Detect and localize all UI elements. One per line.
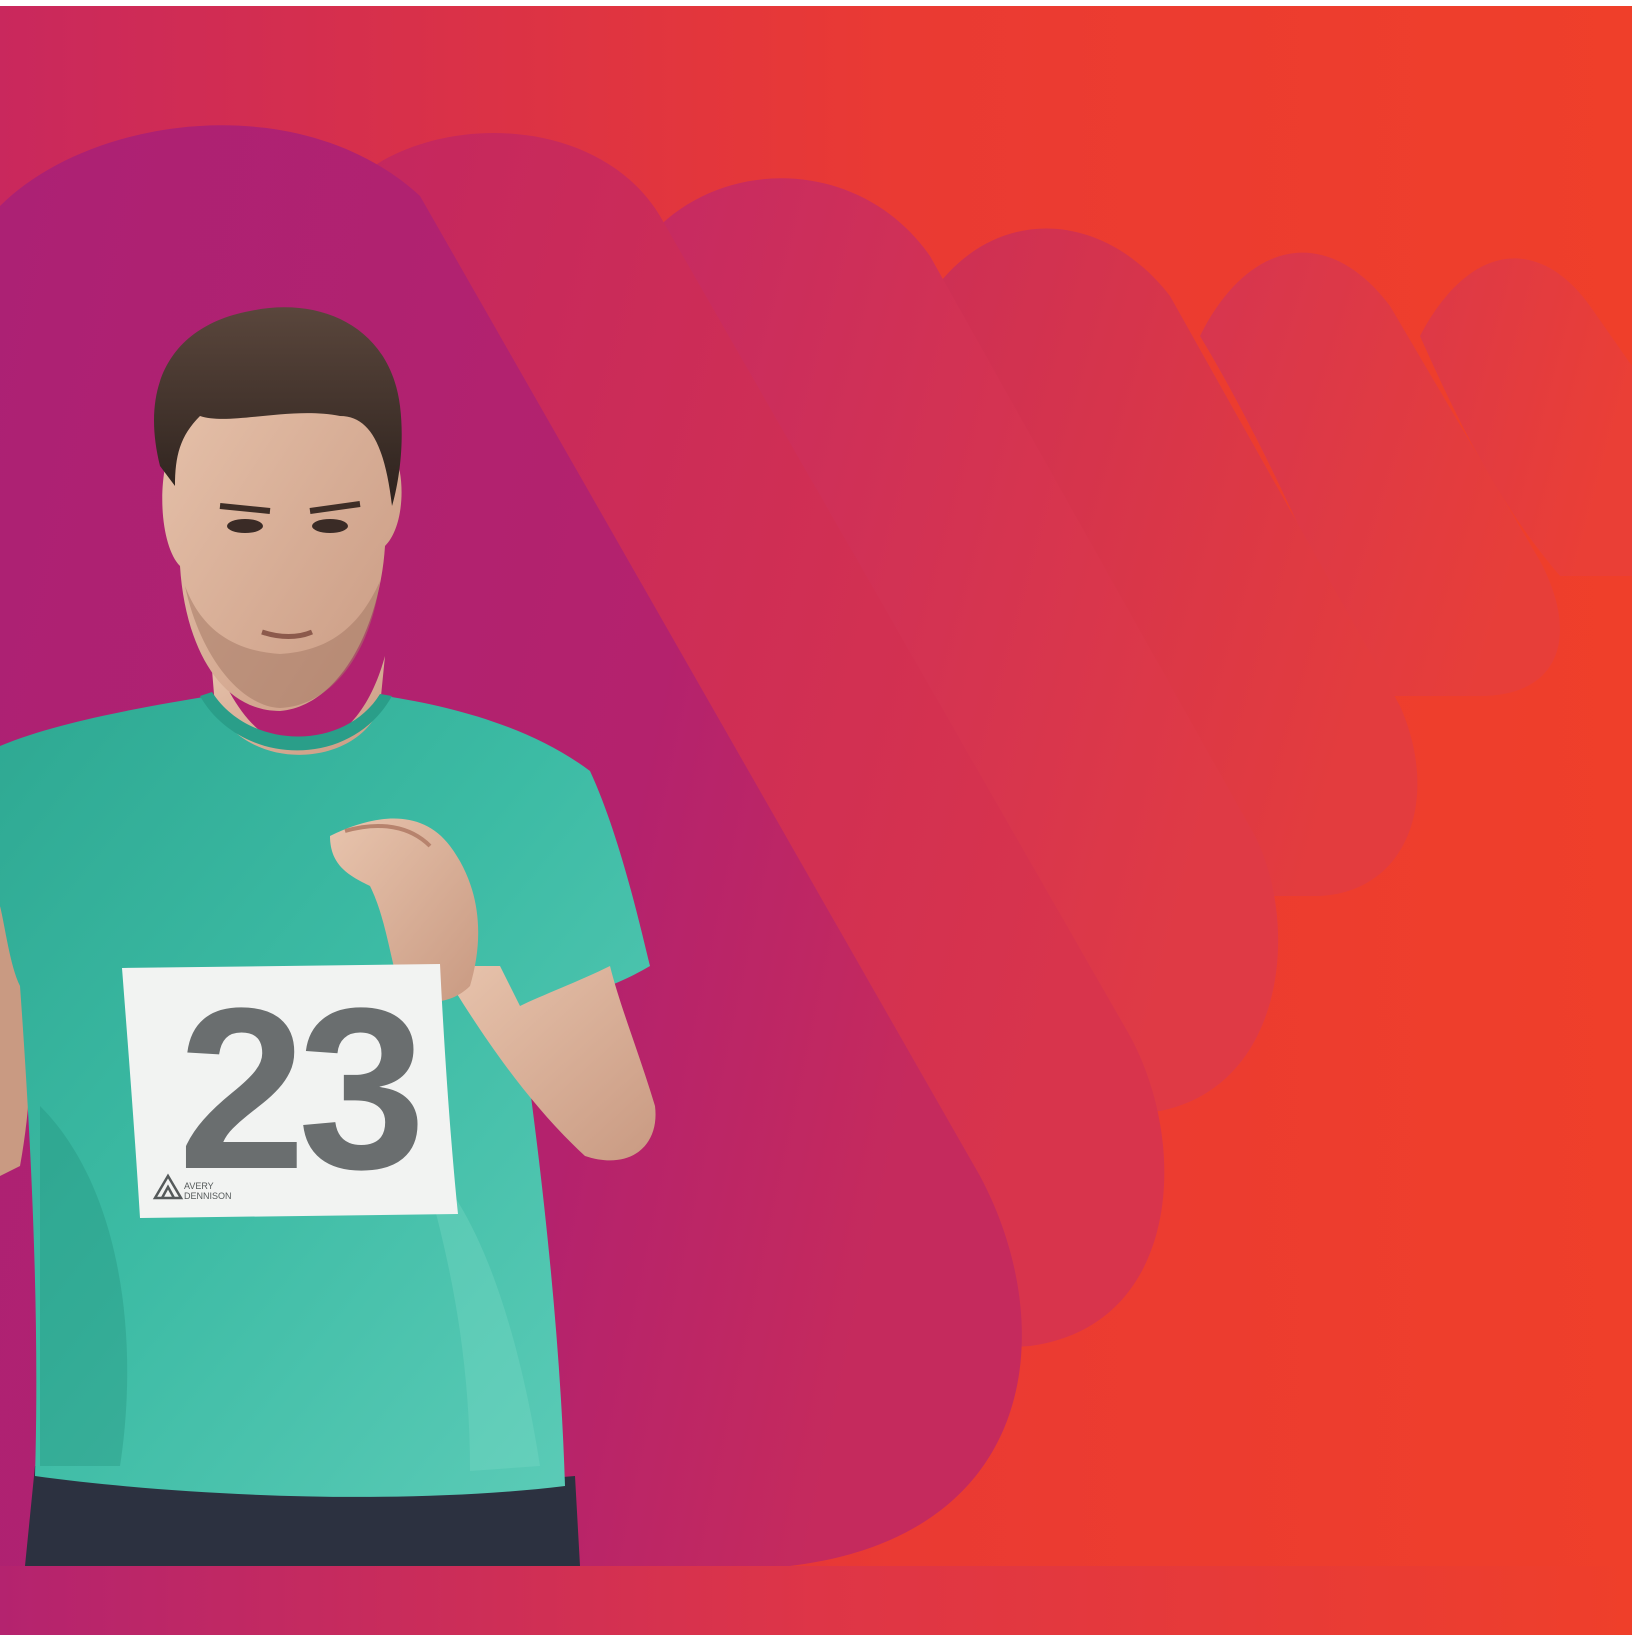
poster-artwork: 23 AVERY DENNISON xyxy=(0,6,1632,1566)
bib-number: 23 xyxy=(178,960,418,1217)
bottom-band xyxy=(0,1566,1632,1635)
bib-logo-line1: AVERY xyxy=(184,1181,214,1191)
hero-poster: 23 AVERY DENNISON xyxy=(0,6,1632,1566)
race-bib: 23 AVERY DENNISON xyxy=(122,960,458,1218)
bib-logo-line2: DENNISON xyxy=(184,1191,232,1201)
